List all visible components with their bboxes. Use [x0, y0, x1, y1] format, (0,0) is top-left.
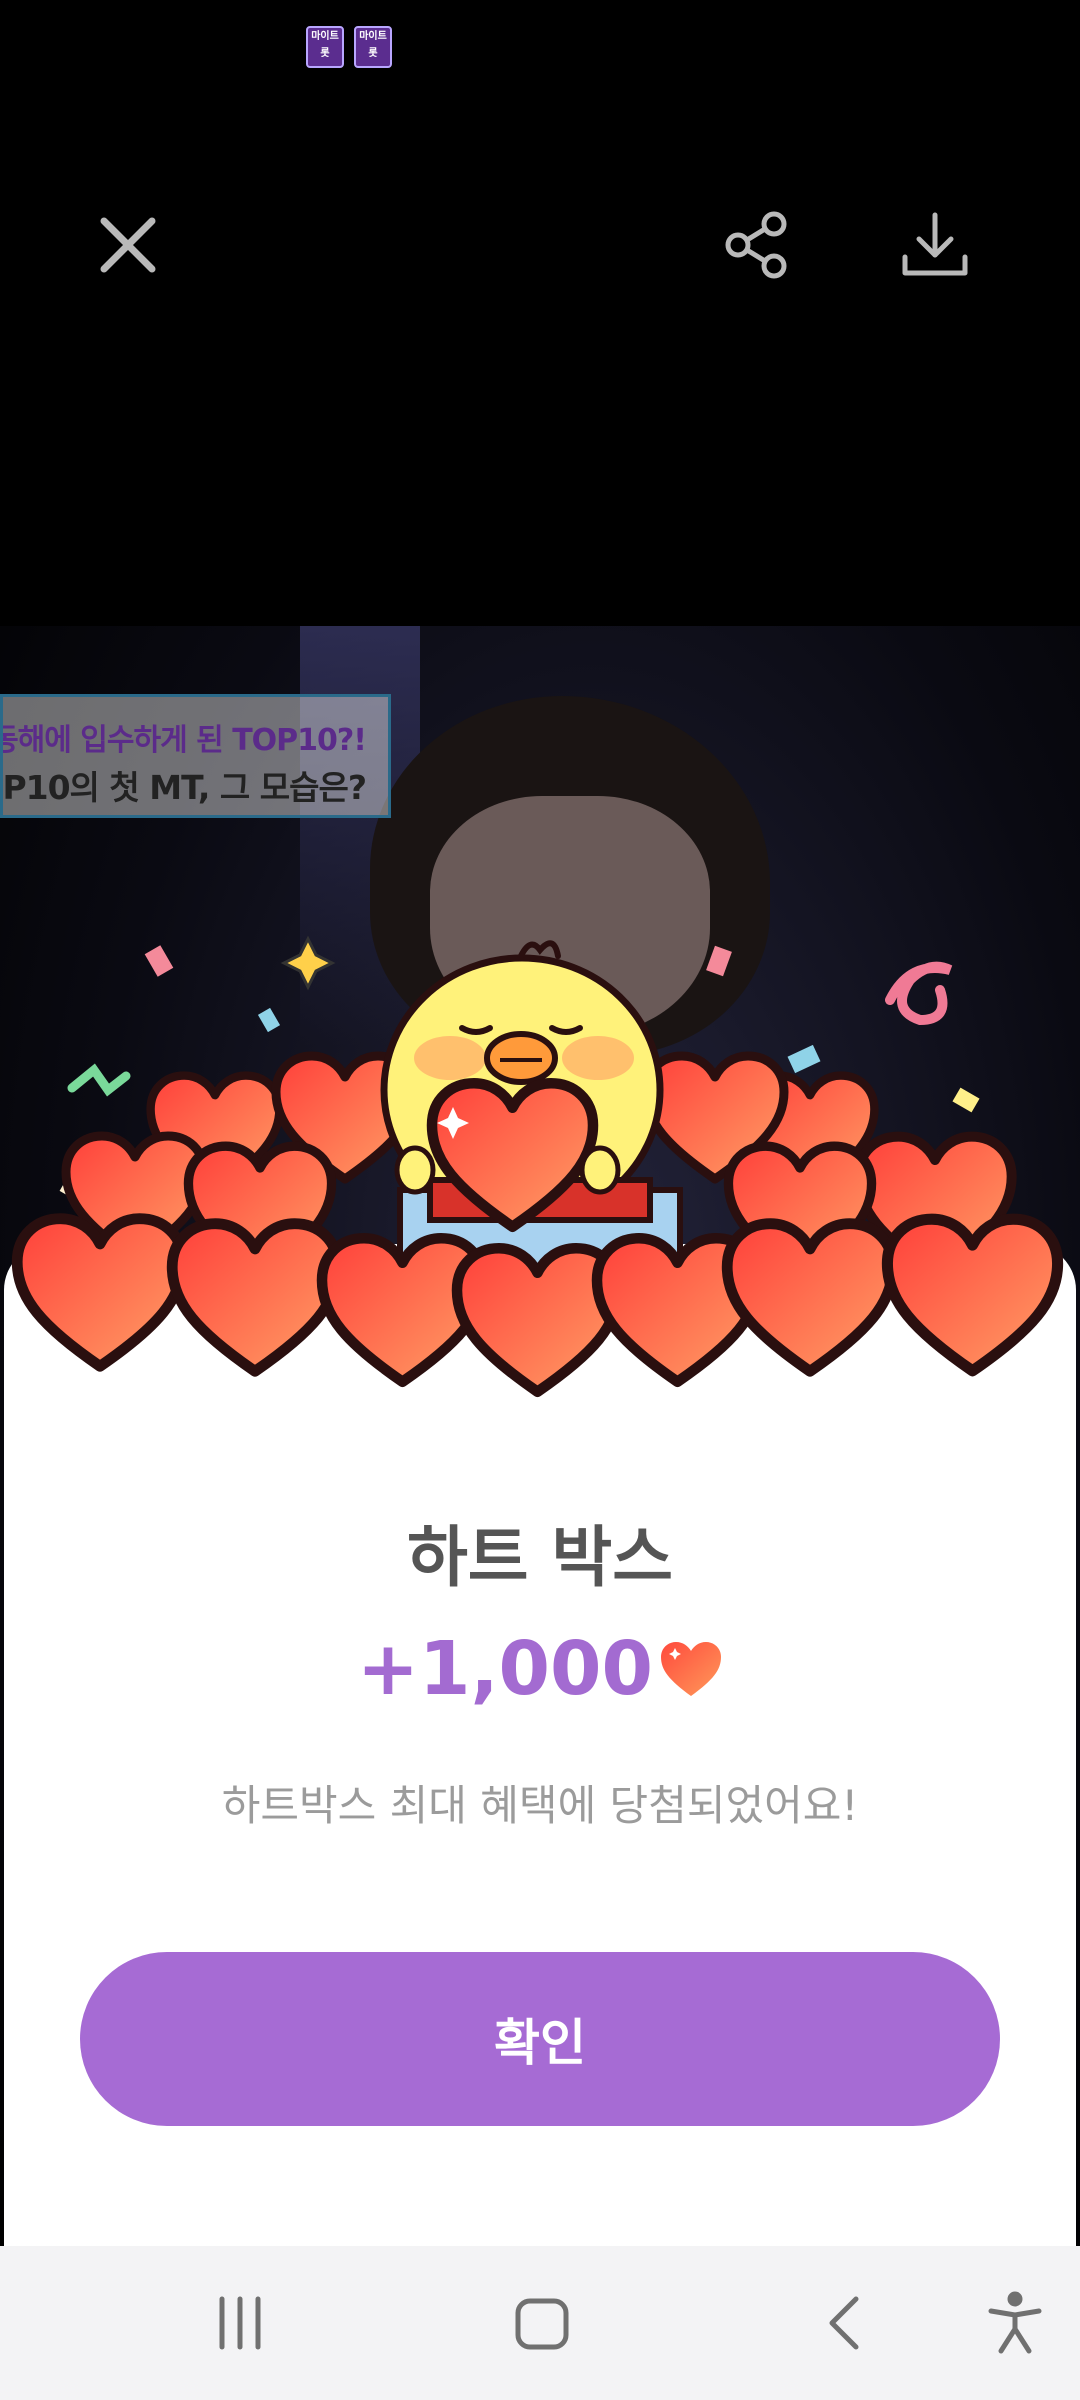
reward-title: 하트 박스	[407, 1519, 673, 1596]
status-bar: 마이트롯 마이트롯	[0, 0, 1080, 90]
status-icon-label: 마이트롯	[359, 31, 387, 59]
reward-description: 하트박스 최대 혜택에 당첨되었어요!	[221, 1781, 859, 1830]
close-button[interactable]	[73, 190, 183, 300]
accessibility-button[interactable]	[945, 2246, 1080, 2400]
top-action-bar	[0, 190, 1080, 300]
back-icon	[829, 2296, 859, 2350]
share-button[interactable]	[702, 190, 812, 300]
share-icon	[725, 211, 787, 279]
video-caption: 겨울 동해에 입수하게 된 TOP10?! OP10의 첫 MT, 그 모습은?	[0, 694, 391, 818]
close-icon	[100, 217, 156, 273]
caption-line-2: OP10의 첫 MT, 그 모습은?	[0, 768, 367, 807]
reward-amount: +1,000	[356, 1626, 654, 1712]
accessibility-icon	[988, 2291, 1042, 2354]
mytrot-app-icon: 마이트롯	[306, 26, 344, 68]
home-icon	[515, 2298, 569, 2350]
caption-line-1: 겨울 동해에 입수하게 된 TOP10?!	[3, 723, 367, 758]
back-button[interactable]	[776, 2246, 916, 2400]
heart-box-illustration	[0, 935, 1080, 1430]
system-nav-bar	[0, 2246, 1080, 2400]
home-button[interactable]	[472, 2246, 612, 2400]
confirm-button[interactable]: 확인	[80, 1952, 1000, 2126]
recent-apps-icon	[219, 2296, 261, 2350]
mytrot-app-icon: 마이트롯	[354, 26, 392, 68]
download-button[interactable]	[880, 190, 990, 300]
download-icon	[902, 212, 968, 276]
reward-amount-row: +1,000	[4, 1626, 1076, 1712]
heart-icon	[661, 1642, 722, 1696]
status-icon-label: 마이트롯	[311, 31, 339, 59]
recent-apps-button[interactable]	[170, 2246, 310, 2400]
